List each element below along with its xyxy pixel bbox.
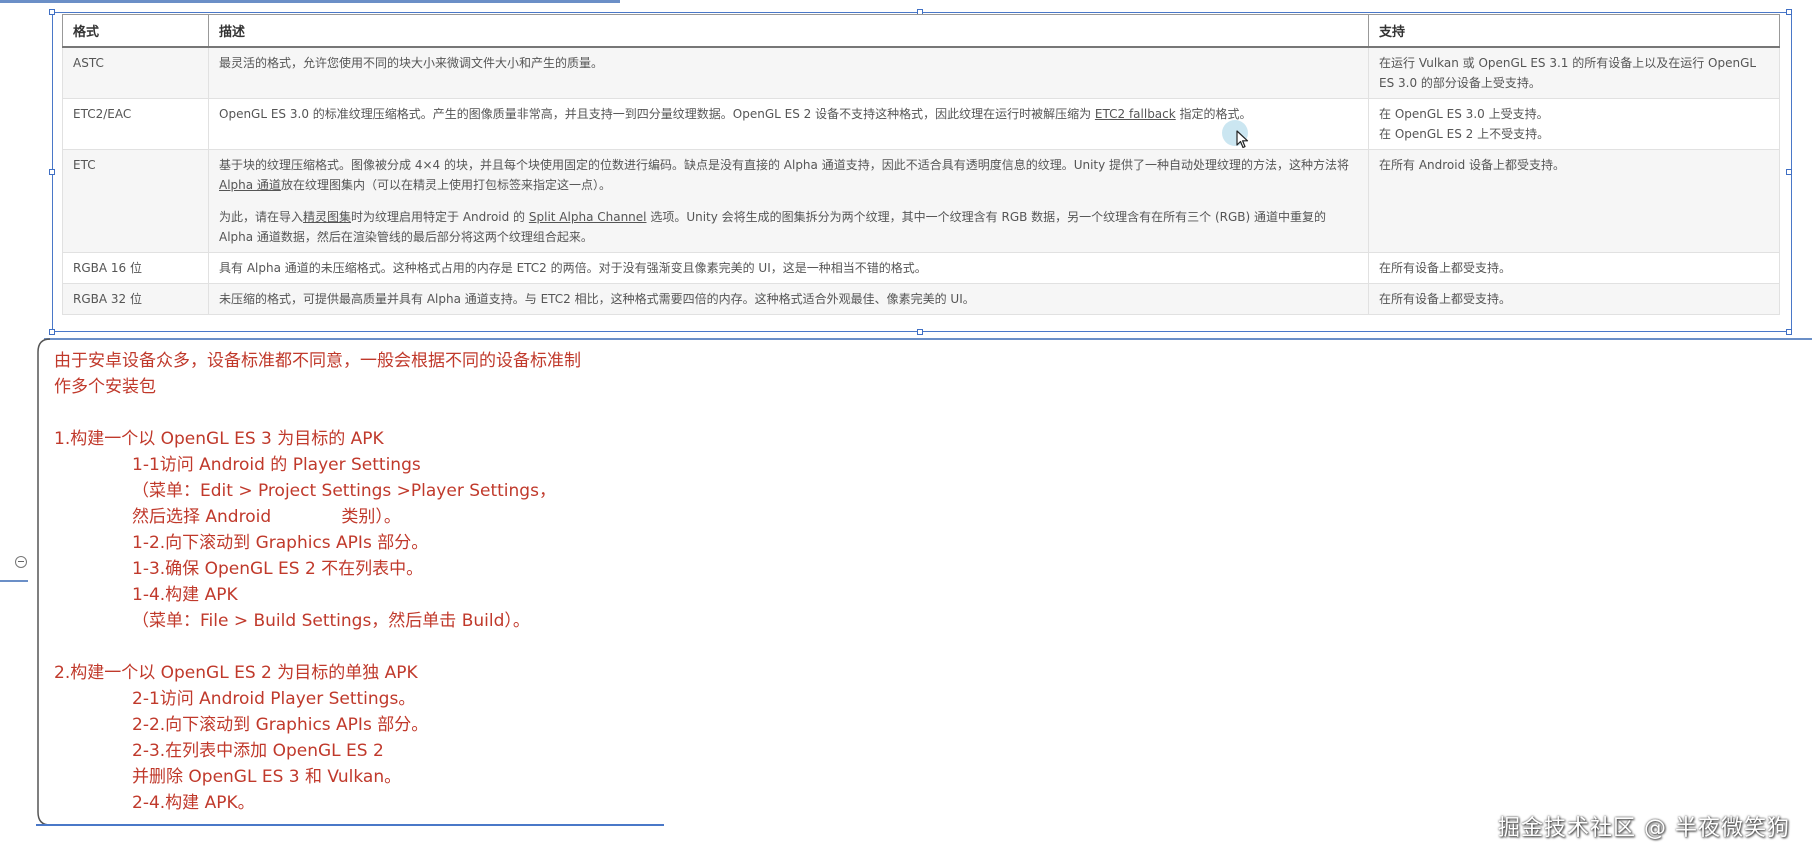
cell-description: OpenGL ES 3.0 的标准纹理压缩格式。产生的图像质量非常高，并且支持一… (208, 98, 1369, 150)
cell-format: ETC (62, 149, 209, 253)
note-step: 1-2.向下滚动到 Graphics APIs 部分。 (132, 533, 429, 553)
resize-handle-left[interactable] (49, 169, 55, 175)
note-section-title: 1.构建一个以 OpenGL ES 3 为目标的 APK (54, 429, 384, 449)
watermark: 掘金技术社区 @ 半夜微笑狗 (1498, 816, 1790, 841)
resize-handle-tr[interactable] (1786, 9, 1792, 15)
cell-description: 具有 Alpha 通道的未压缩格式。这种格式占用的内存是 ETC2 的两倍。对于… (208, 252, 1369, 284)
node-connector-line (0, 580, 28, 582)
table-row: ASTC 最灵活的格式，允许您使用不同的块大小来微调文件大小和产生的质量。 在运… (62, 46, 1780, 99)
cell-paragraph: 为此，请在导入精灵图集时为纹理启用特定于 Android 的 Split Alp… (219, 207, 1358, 247)
resize-handle-br[interactable] (1786, 329, 1792, 335)
note-step: 2-4.构建 APK。 (132, 793, 255, 813)
cell-support: 在所有 Android 设备上都受支持。 (1368, 149, 1780, 253)
node-bracket (37, 338, 51, 826)
cell-description: 未压缩的格式，可提供最高质量并具有 Alpha 通道支持。与 ETC2 相比，这… (208, 283, 1369, 315)
note-step: 2-1访问 Android Player Settings。 (132, 689, 416, 709)
cell-support: 在所有设备上都受支持。 (1368, 283, 1780, 315)
cell-text: 为此，请在导入 (219, 210, 304, 224)
cell-format: RGBA 32 位 (62, 283, 209, 315)
table-row: ETC 基于块的纹理压缩格式。图像被分成 4×4 的块，并且每个块使用固定的位数… (62, 149, 1780, 253)
cell-description: 基于块的纹理压缩格式。图像被分成 4×4 的块，并且每个块使用固定的位数进行编码… (208, 149, 1369, 253)
alpha-channel-link[interactable]: Alpha 通道 (219, 178, 281, 192)
cell-paragraph: 基于块的纹理压缩格式。图像被分成 4×4 的块，并且每个块使用固定的位数进行编码… (219, 155, 1358, 195)
table-header-row: 格式 描述 支持 (62, 14, 1780, 48)
note-step: （菜单：Edit > Project Settings >Player Sett… (132, 481, 556, 501)
support-line: 在 OpenGL ES 2 上不受支持。 (1379, 127, 1550, 141)
resize-handle-bottom[interactable] (917, 329, 923, 335)
cell-text: 指定的格式。 (1175, 107, 1252, 121)
note-section-title: 2.构建一个以 OpenGL ES 2 为目标的单独 APK (54, 663, 418, 683)
note-step: 然后选择 Android 类别）。 (132, 507, 401, 527)
cell-text: OpenGL ES 3.0 的标准纹理压缩格式。产生的图像质量非常高，并且支持一… (219, 107, 1095, 121)
split-alpha-channel-link[interactable]: Split Alpha Channel (529, 210, 647, 224)
resize-handle-tl[interactable] (49, 9, 55, 15)
note-line: 由于安卓设备众多，设备标准都不同意，一般会根据不同的设备标准制 (54, 351, 581, 371)
cursor-icon (1236, 130, 1249, 149)
note-step: 并删除 OpenGL ES 3 和 Vulkan。 (132, 767, 402, 787)
header-description: 描述 (208, 14, 1369, 48)
table-row: ETC2/EAC OpenGL ES 3.0 的标准纹理压缩格式。产生的图像质量… (62, 98, 1780, 150)
note-step: 1-4.构建 APK (132, 585, 238, 605)
cell-support: 在运行 Vulkan 或 OpenGL ES 3.1 的所有设备上以及在运行 O… (1368, 46, 1780, 99)
header-support: 支持 (1368, 14, 1780, 48)
collapse-toggle-icon[interactable] (15, 556, 27, 568)
table-row: RGBA 32 位 未压缩的格式，可提供最高质量并具有 Alpha 通道支持。与… (62, 283, 1780, 315)
note-step: 2-3.在列表中添加 OpenGL ES 2 (132, 741, 384, 761)
note-text-block[interactable]: 由于安卓设备众多，设备标准都不同意，一般会根据不同的设备标准制 作多个安装包 1… (54, 348, 754, 816)
resize-handle-right[interactable] (1786, 169, 1792, 175)
cell-format: RGBA 16 位 (62, 252, 209, 284)
cell-description: 最灵活的格式，允许您使用不同的块大小来微调文件大小和产生的质量。 (208, 46, 1369, 99)
cell-format: ASTC (62, 46, 209, 99)
table-row: RGBA 16 位 具有 Alpha 通道的未压缩格式。这种格式占用的内存是 E… (62, 252, 1780, 284)
etc2-fallback-link[interactable]: ETC2 fallback (1095, 107, 1176, 121)
support-line: 在 OpenGL ES 3.0 上受支持。 (1379, 107, 1549, 121)
note-step: 1-1访问 Android 的 Player Settings (132, 455, 421, 475)
sprite-atlas-link[interactable]: 精灵图集 (303, 210, 351, 224)
cell-support: 在 OpenGL ES 3.0 上受支持。在 OpenGL ES 2 上不受支持… (1368, 98, 1780, 150)
cell-support: 在所有设备上都受支持。 (1368, 252, 1780, 284)
cell-text: 放在纹理图集内（可以在精灵上使用打包标签来指定这一点）。 (280, 178, 611, 192)
cell-format: ETC2/EAC (62, 98, 209, 150)
top-divider-line (0, 0, 620, 3)
note-line: 作多个安装包 (54, 377, 156, 397)
resize-handle-bl[interactable] (49, 329, 55, 335)
header-format: 格式 (62, 14, 209, 48)
note-step: （菜单：File > Build Settings，然后单击 Build）。 (132, 611, 530, 631)
note-top-border (44, 338, 1812, 340)
cell-text: 时为纹理启用特定于 Android 的 (351, 210, 529, 224)
note-step: 1-3.确保 OpenGL ES 2 不在列表中。 (132, 559, 424, 579)
note-bottom-border (36, 824, 664, 826)
cell-text: 基于块的纹理压缩格式。图像被分成 4×4 的块，并且每个块使用固定的位数进行编码… (219, 158, 1350, 172)
note-step: 2-2.向下滚动到 Graphics APIs 部分。 (132, 715, 429, 735)
texture-format-table: 格式 描述 支持 ASTC 最灵活的格式，允许您使用不同的块大小来微调文件大小和… (62, 14, 1780, 315)
